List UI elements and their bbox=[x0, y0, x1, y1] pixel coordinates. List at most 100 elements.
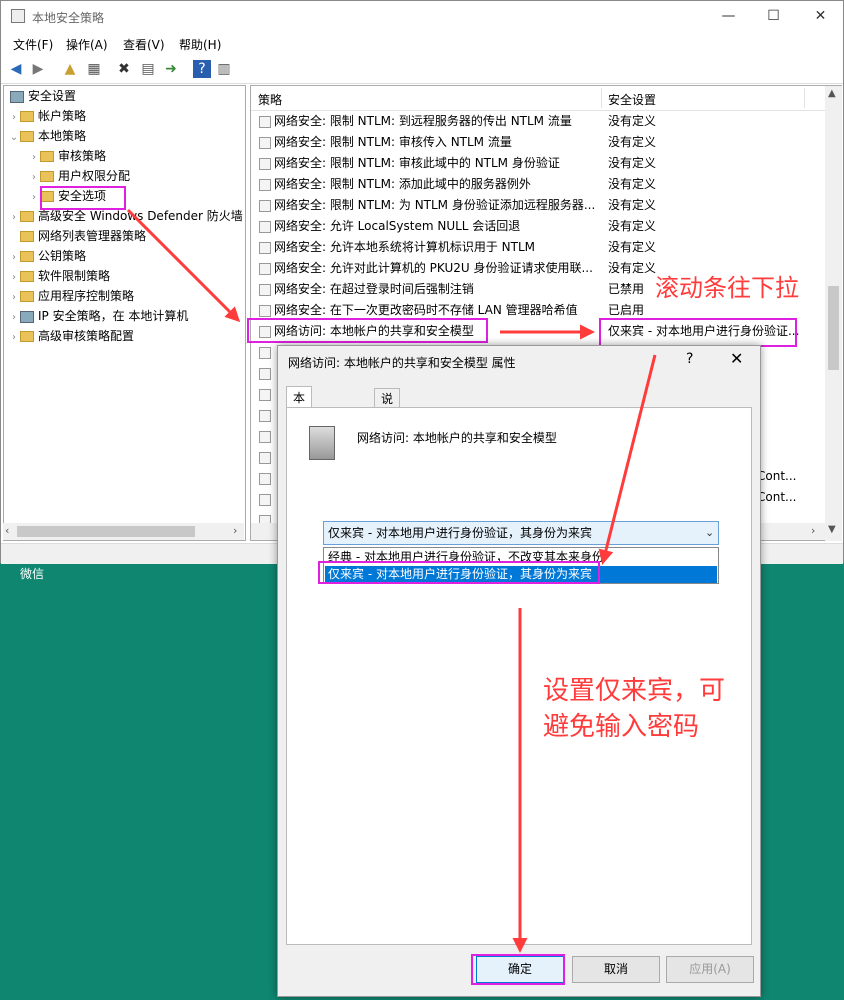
scroll-left-icon[interactable]: ‹ bbox=[5, 524, 9, 537]
help-icon[interactable]: ? bbox=[193, 60, 211, 78]
chevron-right-icon[interactable]: › bbox=[8, 108, 20, 128]
chevron-right-icon[interactable]: › bbox=[8, 308, 20, 328]
column-header-setting[interactable]: 安全设置 bbox=[608, 91, 656, 108]
policy-icon bbox=[259, 473, 271, 485]
list-scroll-thumb[interactable] bbox=[828, 286, 839, 370]
show-action-pane-icon[interactable]: ▥ bbox=[215, 60, 233, 78]
tree-item-audit-policy[interactable]: › 审核策略 bbox=[4, 146, 245, 166]
toolbar: ◀ ▶ ▲ ▦ ✖ ▤ ➜ ? ▥ bbox=[1, 55, 843, 84]
close-button[interactable]: ✕ bbox=[798, 1, 843, 31]
tree-item-ip-security[interactable]: › IP 安全策略，在 本地计算机 bbox=[4, 306, 245, 326]
tree-root-label: 安全设置 bbox=[28, 89, 77, 103]
table-row[interactable]: 网络安全: 允许 LocalSystem NULL 会话回退 没有定义 bbox=[251, 216, 825, 237]
partial-text: Cont... bbox=[757, 469, 797, 483]
highlight-policy-row bbox=[247, 318, 488, 343]
annotation-scroll-hint: 滚动条往下拉 bbox=[655, 274, 799, 302]
policy-setting: 已禁用 bbox=[608, 282, 645, 296]
tree-item-app-control[interactable]: › 应用程序控制策略 bbox=[4, 286, 245, 306]
list-vertical-scrollbar[interactable]: ▲ ▼ bbox=[825, 86, 842, 541]
chevron-right-icon[interactable]: › bbox=[28, 168, 40, 188]
table-row[interactable]: 网络安全: 允许本地系统将计算机标识用于 NTLM 没有定义 bbox=[251, 237, 825, 258]
tree-item-public-key[interactable]: › 公钥策略 bbox=[4, 246, 245, 266]
chevron-down-icon[interactable]: ⌄ bbox=[705, 526, 714, 539]
tree-item-account-policy[interactable]: › 帐户策略 bbox=[4, 106, 245, 126]
policy-name-label: 网络访问: 本地帐户的共享和安全模型 bbox=[357, 431, 557, 445]
highlight-policy-setting bbox=[599, 318, 797, 347]
tree-item-advanced-audit[interactable]: › 高级审核策略配置 bbox=[4, 326, 245, 346]
scroll-right-icon[interactable]: › bbox=[233, 524, 237, 537]
tree-horizontal-scrollbar[interactable]: ‹ › bbox=[3, 523, 244, 540]
tree-scroll-thumb[interactable] bbox=[17, 526, 195, 537]
chevron-right-icon[interactable]: › bbox=[8, 248, 20, 268]
chevron-right-icon[interactable]: › bbox=[8, 268, 20, 288]
cancel-button[interactable]: 取消 bbox=[572, 956, 660, 983]
maximize-button[interactable]: ☐ bbox=[751, 1, 796, 31]
menu-action[interactable]: 操作(A) bbox=[66, 36, 108, 53]
menu-file[interactable]: 文件(F) bbox=[13, 36, 53, 53]
scroll-down-icon[interactable]: ▼ bbox=[828, 524, 836, 535]
scroll-right-icon[interactable]: › bbox=[811, 524, 815, 537]
setting-select[interactable]: 仅来宾 - 对本地用户进行身份验证，其身份为来宾 bbox=[323, 521, 719, 545]
folder-icon bbox=[20, 251, 34, 262]
menu-view[interactable]: 查看(V) bbox=[123, 36, 165, 53]
table-row[interactable]: 网络安全: 限制 NTLM: 添加此域中的服务器例外 没有定义 bbox=[251, 174, 825, 195]
policy-icon bbox=[259, 452, 271, 464]
menu-help[interactable]: 帮助(H) bbox=[179, 36, 221, 53]
table-row[interactable]: 网络安全: 限制 NTLM: 审核传入 NTLM 流量 没有定义 bbox=[251, 132, 825, 153]
policy-icon bbox=[259, 410, 271, 422]
apply-button[interactable]: 应用(A) bbox=[666, 956, 754, 983]
column-divider[interactable] bbox=[601, 88, 602, 108]
chevron-right-icon[interactable]: › bbox=[8, 328, 20, 348]
list-header: ^ 策略 安全设置 bbox=[251, 86, 825, 111]
column-header-policy[interactable]: 策略 bbox=[258, 91, 282, 108]
tree-item-label: 高级安全 Windows Defender 防火墙 bbox=[38, 209, 243, 223]
policy-icon bbox=[259, 136, 271, 149]
policy-icon bbox=[259, 304, 271, 317]
dialog-title: 网络访问: 本地帐户的共享和安全模型 属性 bbox=[288, 356, 516, 370]
dialog-close-button[interactable]: ✕ bbox=[730, 349, 743, 368]
scroll-up-icon[interactable]: ▲ bbox=[828, 88, 836, 99]
app-icon bbox=[11, 9, 25, 23]
show-tree-icon[interactable]: ▦ bbox=[85, 60, 103, 78]
folder-icon bbox=[20, 231, 34, 242]
tree-item-local-policy[interactable]: ⌄ 本地策略 bbox=[4, 126, 245, 146]
export-list-icon[interactable]: ➜ bbox=[162, 60, 180, 78]
chevron-right-icon[interactable]: › bbox=[8, 288, 20, 308]
up-folder-icon[interactable]: ▲ bbox=[61, 60, 79, 78]
chevron-right-icon[interactable]: › bbox=[28, 148, 40, 168]
dialog-help-button[interactable]: ? bbox=[686, 351, 693, 367]
column-divider[interactable] bbox=[804, 88, 805, 108]
tree-item-network-list[interactable]: 网络列表管理器策略 bbox=[4, 226, 245, 246]
table-row[interactable]: 网络安全: 限制 NTLM: 为 NTLM 身份验证添加远程服务器... 没有定义 bbox=[251, 195, 825, 216]
delete-icon[interactable]: ✖ bbox=[115, 60, 133, 78]
tree-item-software-restriction[interactable]: › 软件限制策略 bbox=[4, 266, 245, 286]
table-row[interactable]: 网络安全: 限制 NTLM: 到远程服务器的传出 NTLM 流量 没有定义 bbox=[251, 111, 825, 132]
back-icon[interactable]: ◀ bbox=[7, 60, 25, 78]
tab-explain[interactable]: 说明 bbox=[374, 388, 401, 426]
desktop-wechat-label[interactable]: 微信 bbox=[20, 565, 44, 582]
properties-icon[interactable]: ▤ bbox=[139, 60, 157, 78]
policy-icon bbox=[259, 199, 271, 212]
policy-name: 网络安全: 限制 NTLM: 审核此域中的 NTLM 身份验证 bbox=[274, 156, 560, 170]
menu-bar: 文件(F) 操作(A) 查看(V) 帮助(H) bbox=[1, 32, 843, 54]
highlight-ok-button bbox=[471, 954, 565, 985]
annotation-guest-hint-1: 设置仅来宾，可 bbox=[543, 676, 726, 706]
policy-setting: 没有定义 bbox=[608, 219, 657, 233]
tree-item-label: 应用程序控制策略 bbox=[38, 289, 135, 303]
chevron-right-icon[interactable]: › bbox=[28, 188, 40, 208]
policy-setting: 没有定义 bbox=[608, 156, 657, 170]
policy-icon bbox=[259, 178, 271, 191]
table-row[interactable]: 网络安全: 限制 NTLM: 审核此域中的 NTLM 身份验证 没有定义 bbox=[251, 153, 825, 174]
policy-icon bbox=[259, 241, 271, 254]
minimize-button[interactable]: — bbox=[706, 1, 751, 31]
folder-icon bbox=[20, 331, 34, 342]
forward-icon[interactable]: ▶ bbox=[29, 60, 47, 78]
tree-item-user-rights[interactable]: › 用户权限分配 bbox=[4, 166, 245, 186]
tree-item-label: 高级审核策略配置 bbox=[38, 329, 135, 343]
policy-setting: 没有定义 bbox=[608, 240, 657, 254]
chevron-down-icon[interactable]: ⌄ bbox=[8, 128, 20, 148]
security-settings-icon bbox=[10, 90, 24, 103]
tree-root[interactable]: 安全设置 bbox=[4, 86, 245, 106]
chevron-right-icon[interactable]: › bbox=[8, 208, 20, 228]
policy-name: 网络安全: 允许 LocalSystem NULL 会话回退 bbox=[274, 219, 521, 233]
